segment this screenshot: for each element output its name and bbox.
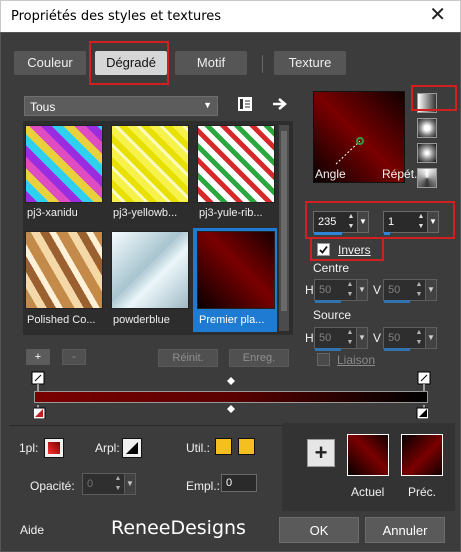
center-h-spinner[interactable]: 50 ▲ ▼ ▼ xyxy=(314,279,368,303)
previous-label: Préc. xyxy=(408,485,437,499)
angle-spinner[interactable]: 235 ▲ ▼ ▼ xyxy=(313,211,369,235)
spin-arrows-icon[interactable]: ▲ ▼ xyxy=(414,280,424,300)
source-h-value: 50 xyxy=(319,332,332,344)
spin-arrows-icon[interactable]: ▲ ▼ xyxy=(416,212,426,232)
current-preview xyxy=(347,434,389,476)
source-v-label: V xyxy=(373,331,382,345)
center-v-label: V xyxy=(373,283,382,297)
sunburst-style-icon[interactable] xyxy=(417,168,437,188)
radial-style-icon[interactable] xyxy=(417,143,437,163)
dialog-body: Couleur Dégradé Motif Texture Tous ▼ pj3… xyxy=(0,32,461,552)
chevron-down-icon[interactable]: ▼ xyxy=(357,212,368,232)
gradient-preview-bar[interactable] xyxy=(34,391,428,403)
repeat-label: Répét. xyxy=(382,167,418,181)
angle-label: Angle xyxy=(315,167,346,181)
checkbox-check-icon xyxy=(319,245,328,254)
category-value: Tous xyxy=(30,100,56,114)
use-swatch-secondary[interactable] xyxy=(238,438,255,455)
source-h-label: H xyxy=(305,331,314,345)
link-label: Liaison xyxy=(337,353,376,367)
remove-gradient-button[interactable]: - xyxy=(62,349,86,365)
cancel-button[interactable]: Annuler xyxy=(365,517,445,543)
spin-arrows-icon[interactable]: ▲ ▼ xyxy=(346,212,356,232)
tab-degrade[interactable]: Dégradé xyxy=(95,51,167,75)
use-label: Util.: xyxy=(186,441,210,455)
location-label: Empl.: xyxy=(186,479,221,493)
chevron-down-icon[interactable]: ▼ xyxy=(356,280,367,300)
center-label: Centre xyxy=(313,261,350,275)
gradient-thumb-label: pj3-yellowb... xyxy=(113,207,178,219)
angle-value: 235 xyxy=(318,216,337,228)
gradient-thumb[interactable] xyxy=(25,125,103,203)
watermark-text: ReneeDesigns xyxy=(111,517,246,539)
library-icon[interactable] xyxy=(237,96,253,112)
reset-button[interactable]: Réinit. xyxy=(158,349,218,367)
add-gradient-button[interactable]: + xyxy=(26,349,50,365)
invert-label: Invers xyxy=(338,243,371,257)
opacity-spinner[interactable]: 0 ▲ ▼ ▼ xyxy=(82,473,136,495)
chevron-down-icon[interactable]: ▼ xyxy=(427,212,438,232)
source-v-value: 50 xyxy=(388,332,401,344)
add-to-library-button[interactable]: + xyxy=(307,439,335,467)
spin-arrows-icon[interactable]: ▲ ▼ xyxy=(345,280,355,300)
center-v-value: 50 xyxy=(388,284,401,296)
tab-motif[interactable]: Motif xyxy=(175,51,247,75)
chevron-down-icon: ▼ xyxy=(203,100,212,110)
help-link[interactable]: Aide xyxy=(20,523,44,537)
location-input[interactable]: 0 xyxy=(221,474,257,492)
link-checkbox[interactable] xyxy=(317,353,330,366)
gradient-library: pj3-xanidu pj3-yellowb... pj3-yule-rib..… xyxy=(23,121,293,335)
use-swatch-primary[interactable] xyxy=(215,438,232,455)
close-icon[interactable]: ✕ xyxy=(429,5,446,25)
gradient-thumb[interactable] xyxy=(111,125,189,203)
source-h-spinner[interactable]: 50 ▲ ▼ ▼ xyxy=(314,327,368,351)
gradient-thumb-selected[interactable] xyxy=(197,231,275,309)
gradient-stops[interactable] xyxy=(32,405,430,420)
repeat-value: 1 xyxy=(388,216,395,228)
spin-arrows-icon[interactable]: ▲ ▼ xyxy=(113,474,123,494)
center-v-spinner[interactable]: 50 ▲ ▼ ▼ xyxy=(383,279,437,303)
save-gradient-button[interactable]: Enreg. xyxy=(229,349,289,367)
gradient-thumb[interactable] xyxy=(111,231,189,309)
gradient-thumb-label: powderblue xyxy=(113,314,170,326)
current-label: Actuel xyxy=(351,485,385,499)
arrow-right-icon[interactable] xyxy=(271,96,289,112)
ok-button[interactable]: OK xyxy=(279,517,359,543)
back-plane-label: Arpl: xyxy=(95,441,120,455)
invert-checkbox[interactable] xyxy=(317,243,330,256)
chevron-down-icon[interactable]: ▼ xyxy=(425,280,436,300)
gradient-thumb[interactable] xyxy=(197,125,275,203)
gradient-thumb-label: pj3-yule-rib... xyxy=(199,207,263,219)
spin-arrows-icon[interactable]: ▲ ▼ xyxy=(414,328,424,348)
first-plane-swatch[interactable] xyxy=(44,438,64,458)
chevron-down-icon[interactable]: ▼ xyxy=(124,474,135,494)
previous-preview[interactable] xyxy=(401,434,443,476)
gradient-thumb[interactable] xyxy=(25,231,103,309)
center-h-value: 50 xyxy=(319,284,332,296)
gradient-thumb-label: pj3-xanidu xyxy=(27,207,78,219)
gradient-thumb-label: Polished Co... xyxy=(27,314,96,326)
gradient-thumb-label: Premier pla... xyxy=(199,314,265,326)
linear-style-icon[interactable] xyxy=(417,93,437,113)
chevron-down-icon[interactable]: ▼ xyxy=(425,328,436,348)
window-title: Propriétés des styles et textures xyxy=(11,9,222,24)
chevron-down-icon[interactable]: ▼ xyxy=(356,328,367,348)
center-h-label: H xyxy=(305,283,314,297)
opacity-value: 0 xyxy=(87,478,94,490)
location-value: 0 xyxy=(226,477,233,489)
opacity-label: Opacité: xyxy=(30,479,75,493)
first-plane-label: 1pl: xyxy=(19,441,39,455)
rectangular-style-icon[interactable] xyxy=(417,118,437,138)
tab-texture[interactable]: Texture xyxy=(274,51,346,75)
tab-divider xyxy=(262,55,263,73)
source-v-spinner[interactable]: 50 ▲ ▼ ▼ xyxy=(383,327,437,351)
category-dropdown[interactable]: Tous ▼ xyxy=(24,96,218,116)
source-label: Source xyxy=(313,308,352,322)
title-bar: Propriétés des styles et textures ✕ xyxy=(0,0,461,32)
tab-couleur[interactable]: Couleur xyxy=(14,51,86,75)
spin-arrows-icon[interactable]: ▲ ▼ xyxy=(345,328,355,348)
repeat-spinner[interactable]: 1 ▲ ▼ ▼ xyxy=(383,211,439,235)
library-scrollbar[interactable] xyxy=(279,125,289,331)
back-plane-swatch[interactable] xyxy=(122,438,142,458)
